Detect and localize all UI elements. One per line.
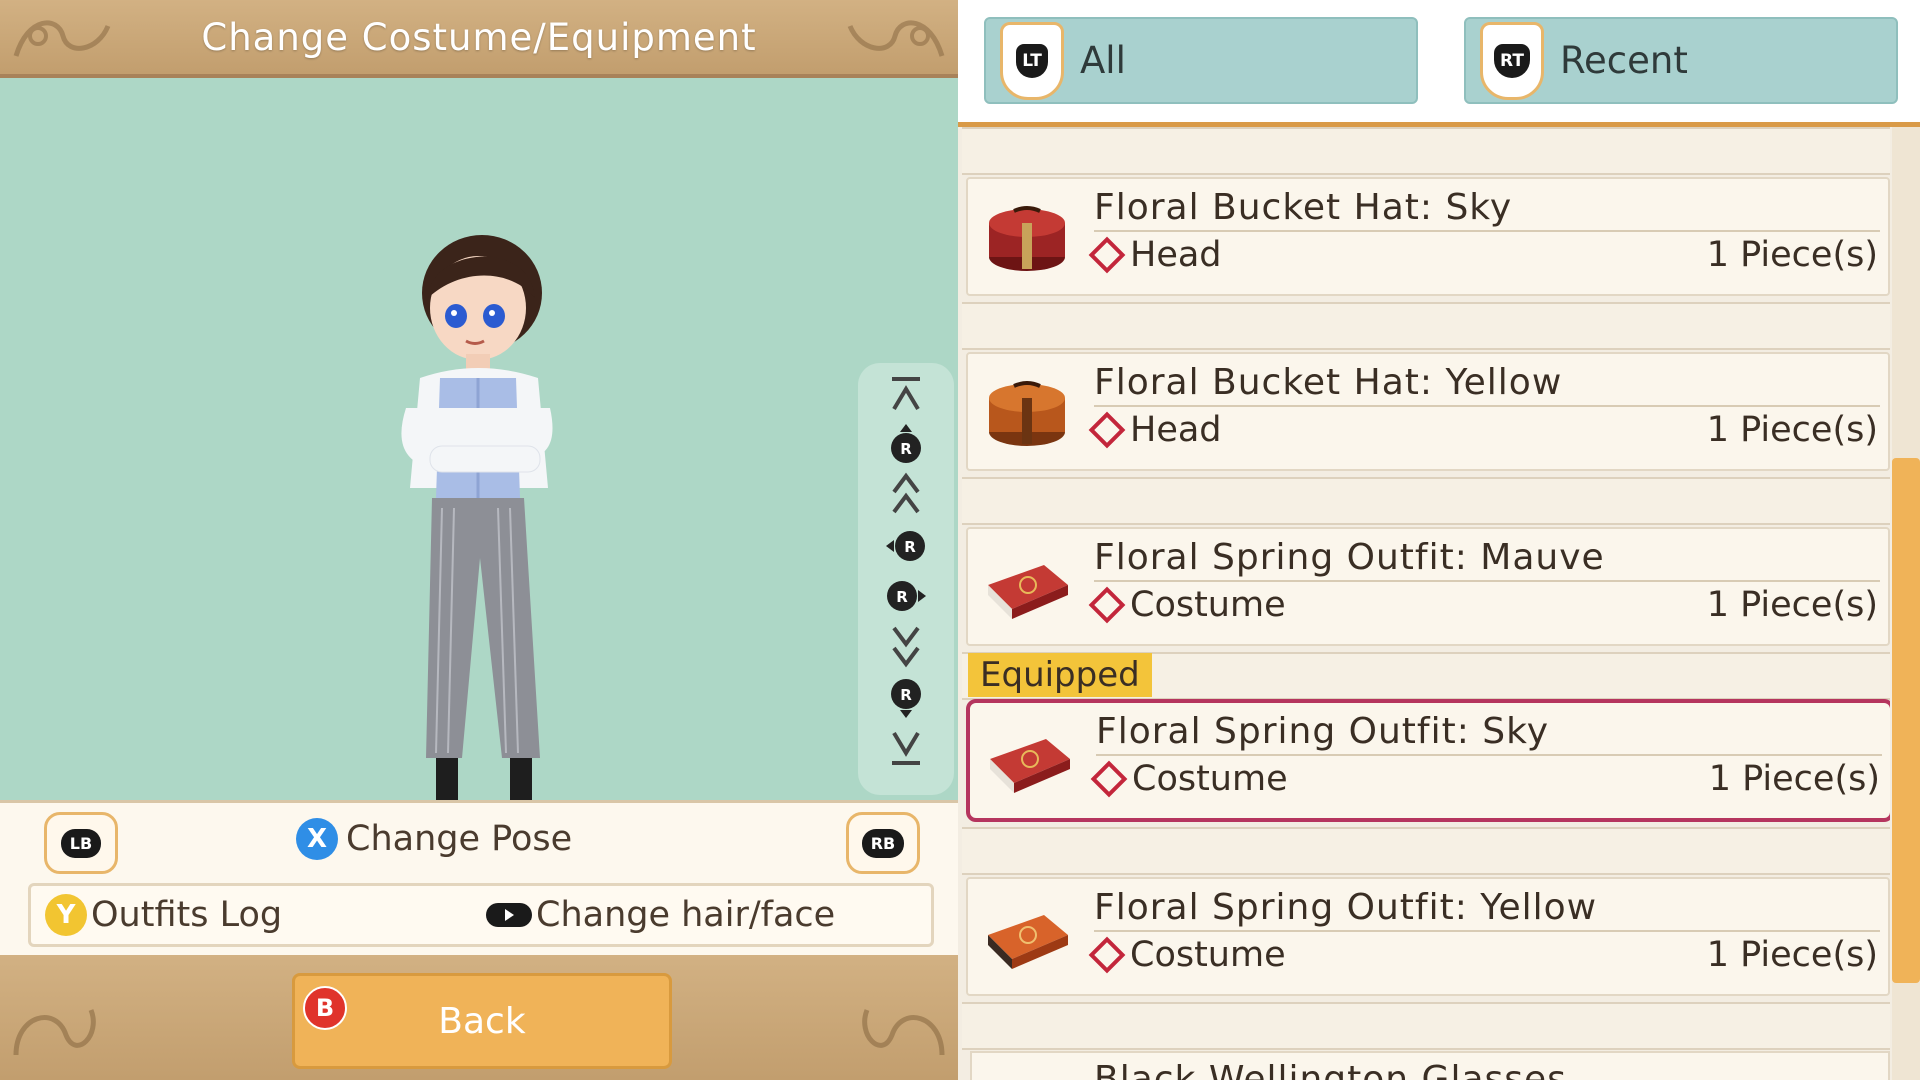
b-button-icon: B	[303, 986, 347, 1030]
diamond-icon	[1088, 236, 1126, 274]
divider	[1096, 754, 1882, 756]
item-slot: Head	[1088, 235, 1222, 275]
r-stick-left-icon[interactable]: R	[858, 523, 954, 569]
item-quantity: 1 Piece(s)	[1708, 759, 1880, 799]
tab-recent-label: Recent	[1560, 39, 1688, 82]
rb-label: RB	[861, 828, 905, 858]
item-quantity: 1 Piece(s)	[1706, 935, 1878, 975]
list-item-equipped[interactable]: Floral Spring Outfit: Sky Costume 1 Piec…	[966, 699, 1890, 822]
list-item[interactable]: Floral Spring Outfit: Yellow Costume 1 P…	[966, 877, 1890, 996]
change-pose-label: Change Pose	[346, 819, 573, 859]
change-pose-button[interactable]: X Change Pose	[296, 818, 572, 860]
filter-tabs: LT All RT Recent	[958, 0, 1920, 127]
preview-panel: Change Costume/Equipment R R R R LB X Ch…	[0, 0, 958, 1080]
divider	[1094, 930, 1880, 932]
rb-button[interactable]: RB	[846, 812, 920, 874]
character-viewport[interactable]: R R R R	[0, 78, 958, 830]
suitcase-orange-icon	[988, 915, 1068, 969]
item-list: Floral Bucket Hat: Sky Head 1 Piece(s) F…	[962, 127, 1890, 1080]
hatbox-orange-icon	[989, 381, 1065, 446]
svg-text:R: R	[896, 588, 908, 606]
item-list-panel: LT All RT Recent Floral Bucket Hat: Sky …	[958, 0, 1920, 1080]
title-bar: Change Costume/Equipment	[0, 0, 958, 78]
list-item[interactable]: Black Wellington Glasses	[970, 1051, 1890, 1080]
list-divider	[962, 827, 1890, 875]
r-stick-down-icon[interactable]: R	[858, 675, 954, 721]
item-quantity: 1 Piece(s)	[1706, 235, 1878, 275]
change-hair-face-button[interactable]: Change hair/face	[486, 895, 835, 935]
move-up-icon[interactable]	[858, 471, 954, 517]
list-divider	[962, 1002, 1890, 1050]
lt-trigger-icon: LT	[1000, 21, 1064, 100]
tab-all[interactable]: LT All	[984, 17, 1418, 104]
x-button-icon: X	[296, 818, 338, 860]
item-name: Floral Spring Outfit: Yellow	[1094, 887, 1598, 928]
divider	[1094, 405, 1880, 407]
page-title: Change Costume/Equipment	[201, 15, 757, 59]
r-stick-right-icon[interactable]: R	[858, 573, 954, 619]
list-divider	[962, 302, 1890, 350]
item-slot: Costume	[1090, 759, 1288, 799]
lb-button[interactable]: LB	[44, 812, 118, 874]
ornament-icon	[847, 20, 945, 57]
item-name: Floral Spring Outfit: Sky	[1096, 711, 1550, 752]
camera-controls: R R R R	[858, 363, 954, 795]
item-name: Black Wellington Glasses	[1094, 1059, 1567, 1080]
item-slot: Costume	[1088, 585, 1286, 625]
suitcase-red-icon	[988, 565, 1068, 619]
ornament-icon	[13, 20, 111, 57]
list-item[interactable]: Floral Bucket Hat: Yellow Head 1 Piece(s…	[966, 352, 1890, 471]
item-name: Floral Bucket Hat: Sky	[1094, 187, 1513, 228]
item-slot: Costume	[1088, 935, 1286, 975]
item-slot: Head	[1088, 410, 1222, 450]
divider	[1094, 230, 1880, 232]
outfits-log-button[interactable]: Y Outfits Log	[45, 894, 282, 936]
list-divider	[962, 477, 1890, 525]
svg-text:R: R	[900, 440, 912, 458]
list-item[interactable]: Floral Bucket Hat: Sky Head 1 Piece(s)	[966, 177, 1890, 296]
item-quantity: 1 Piece(s)	[1706, 410, 1878, 450]
diamond-icon	[1088, 936, 1126, 974]
diamond-icon	[1088, 411, 1126, 449]
list-item[interactable]: Floral Spring Outfit: Mauve Costume 1 Pi…	[966, 527, 1890, 646]
item-quantity: 1 Piece(s)	[1706, 585, 1878, 625]
move-down-icon[interactable]	[858, 623, 954, 669]
svg-text:R: R	[900, 686, 912, 704]
equipped-badge: Equipped	[968, 653, 1152, 697]
sub-actions-bar: Y Outfits Log Change hair/face	[28, 883, 934, 947]
rt-trigger-icon: RT	[1480, 21, 1544, 100]
item-name: Floral Bucket Hat: Yellow	[1094, 362, 1563, 403]
divider	[1094, 580, 1880, 582]
back-label: Back	[438, 1000, 526, 1042]
r-stick-up-icon[interactable]: R	[858, 421, 954, 467]
character-model	[401, 235, 558, 830]
lb-label: LB	[60, 828, 102, 858]
zoom-to-bottom-icon[interactable]	[858, 725, 954, 771]
scrollbar-thumb[interactable]	[1892, 458, 1920, 983]
back-button[interactable]: Back	[292, 973, 672, 1069]
outfits-log-label: Outfits Log	[91, 895, 283, 935]
diamond-icon	[1088, 586, 1126, 624]
diamond-icon	[1090, 760, 1128, 798]
zoom-to-top-icon[interactable]	[858, 371, 954, 417]
change-hair-face-label: Change hair/face	[536, 895, 836, 935]
ornament-icon	[862, 1009, 945, 1056]
ornament-icon	[13, 1009, 96, 1056]
suitcase-red-icon	[990, 739, 1070, 793]
tab-recent[interactable]: RT Recent	[1464, 17, 1898, 104]
item-name: Floral Spring Outfit: Mauve	[1094, 537, 1605, 578]
tab-all-label: All	[1080, 39, 1126, 82]
y-button-icon: Y	[45, 894, 87, 936]
l-stick-icon	[486, 903, 532, 927]
hatbox-red-icon	[989, 206, 1065, 271]
list-divider	[962, 127, 1890, 175]
svg-text:R: R	[904, 538, 916, 556]
